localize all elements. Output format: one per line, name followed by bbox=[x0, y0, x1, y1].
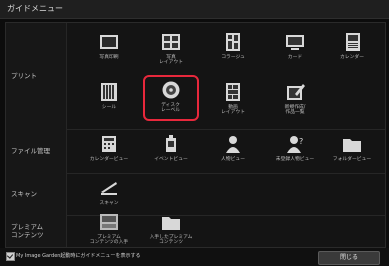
category-premium: プレミアム コンテンツ bbox=[6, 215, 67, 247]
photo-print-button[interactable]: 写真印刷 bbox=[81, 27, 137, 73]
show-on-startup-label: My Image Garden起動時にガイドメニューを表示する bbox=[16, 253, 141, 259]
collage-icon bbox=[226, 33, 240, 51]
video-layout-button[interactable]: 動画 レイアウト bbox=[205, 77, 261, 123]
photo-layout-button[interactable]: 写真 レイアウト bbox=[143, 27, 199, 73]
event-view-button[interactable]: イベントビュー bbox=[143, 129, 199, 175]
print-row: プリント 写真印刷 写真 レイアウト コラージュ カード カレンダー シール デ… bbox=[6, 23, 385, 130]
footer-bar: My Image Garden起動時にガイドメニューを表示する 閉じる bbox=[0, 248, 389, 266]
premium-folder-button[interactable]: 入手したプレミアム コンテンツ bbox=[143, 207, 199, 253]
calendar-icon bbox=[346, 33, 360, 51]
event-view-icon bbox=[166, 135, 176, 152]
scan-icon bbox=[101, 182, 117, 195]
guide-menu-panel: プリント 写真印刷 写真 レイアウト コラージュ カード カレンダー シール デ… bbox=[5, 22, 386, 248]
card-button[interactable]: カード bbox=[267, 27, 323, 73]
photo-print-icon bbox=[100, 35, 118, 49]
premium-folder-icon bbox=[162, 217, 180, 230]
sticker-icon bbox=[101, 83, 117, 101]
svg-text:?: ? bbox=[299, 137, 303, 146]
disc-label-button[interactable]: ディスク レーベル bbox=[143, 75, 199, 121]
new-item-button[interactable]: 新規作成/ 作品一覧 bbox=[267, 77, 323, 123]
new-item-icon bbox=[287, 84, 305, 100]
calendar-button[interactable]: カレンダー bbox=[324, 27, 380, 73]
people-view-icon bbox=[226, 136, 240, 153]
photo-layout-icon bbox=[162, 34, 180, 50]
people-view-button[interactable]: 人物ビュー bbox=[205, 129, 261, 175]
sticker-button[interactable]: シール bbox=[81, 77, 137, 123]
category-file: ファイル管理 bbox=[6, 129, 67, 173]
disc-label-icon bbox=[162, 81, 179, 98]
calendar-view-icon bbox=[102, 136, 116, 152]
collage-button[interactable]: コラージュ bbox=[205, 27, 261, 73]
folder-view-button[interactable]: フォルダービュー bbox=[324, 129, 380, 175]
file-row: ファイル管理 カレンダービュー イベントビュー 人物ビュー ? 未登録人物ビュー… bbox=[6, 129, 385, 174]
card-icon bbox=[286, 35, 304, 50]
show-on-startup-checkbox[interactable] bbox=[6, 252, 15, 261]
premium-get-icon bbox=[100, 214, 118, 230]
folder-view-icon bbox=[343, 139, 361, 152]
window-title: ガイドメニュー bbox=[7, 4, 63, 13]
unregistered-people-icon: ? bbox=[287, 136, 303, 153]
title-bar: ガイドメニュー bbox=[0, 0, 389, 19]
video-layout-icon bbox=[226, 83, 240, 101]
calendar-view-button[interactable]: カレンダービュー bbox=[81, 129, 137, 175]
category-scan: スキャン bbox=[6, 173, 67, 215]
category-print: プリント bbox=[6, 23, 67, 129]
premium-get-button[interactable]: プレミアム コンテンツの入手 bbox=[81, 207, 137, 253]
close-button[interactable]: 閉じる bbox=[318, 251, 380, 265]
premium-row: プレミアム コンテンツ プレミアム コンテンツの入手 入手したプレミアム コンテ… bbox=[6, 214, 385, 247]
unregistered-people-button[interactable]: ? 未登録人物ビュー bbox=[267, 129, 323, 175]
